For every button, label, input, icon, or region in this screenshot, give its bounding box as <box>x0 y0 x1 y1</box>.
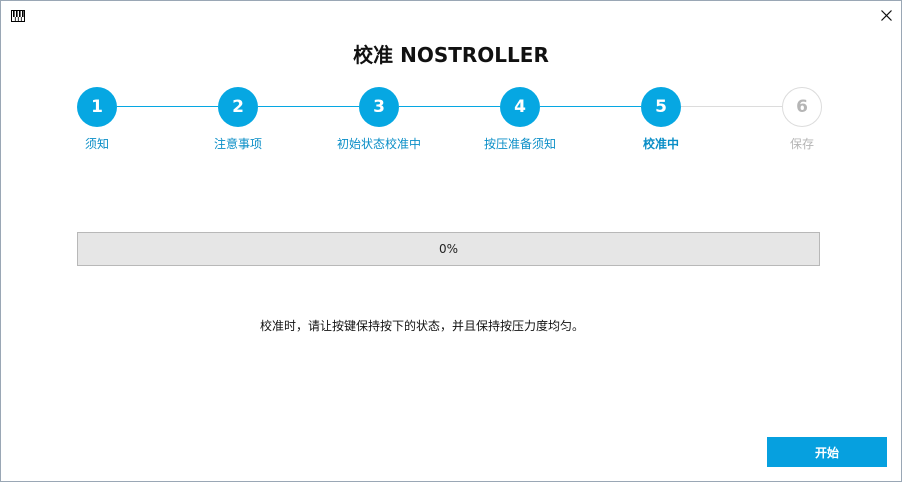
step-connector <box>258 106 359 107</box>
progress-percent: 0% <box>438 242 459 256</box>
step-2-circle: 2 <box>218 87 258 127</box>
calibration-progress-bar: 0% <box>77 232 820 266</box>
step-connector <box>681 106 782 107</box>
step-connector <box>399 106 500 107</box>
step-4-label: 按压准备须知 <box>483 137 556 151</box>
start-button[interactable]: 开始 <box>767 437 887 467</box>
step-connector <box>540 106 641 107</box>
step-4-circle: 4 <box>500 87 540 127</box>
step-1-circle: 1 <box>77 87 117 127</box>
calibration-instruction: 校准时，请让按键保持按下的状态，并且保持按压力度均匀。 <box>259 319 584 333</box>
calibration-window: 校准 NOSTROLLER 1 须知 2 注意事项 3 初始状态校准中 4 按压准备须知 5 校准… <box>0 0 902 482</box>
step-6-circle: 6 <box>782 87 822 127</box>
step-3-label: 初始状态校准中 <box>336 137 421 151</box>
step-2-label: 注意事项 <box>213 137 262 151</box>
step-5-label: 校准中 <box>642 137 679 151</box>
step-5-circle: 5 <box>641 87 681 127</box>
step-6-label: 保存 <box>789 137 814 151</box>
step-1-label: 须知 <box>84 137 109 151</box>
step-3-circle: 3 <box>359 87 399 127</box>
calibration-stepper: 1 须知 2 注意事项 3 初始状态校准中 4 按压准备须知 5 校准中 6 保存 <box>1 1 901 171</box>
step-connector <box>117 106 218 107</box>
